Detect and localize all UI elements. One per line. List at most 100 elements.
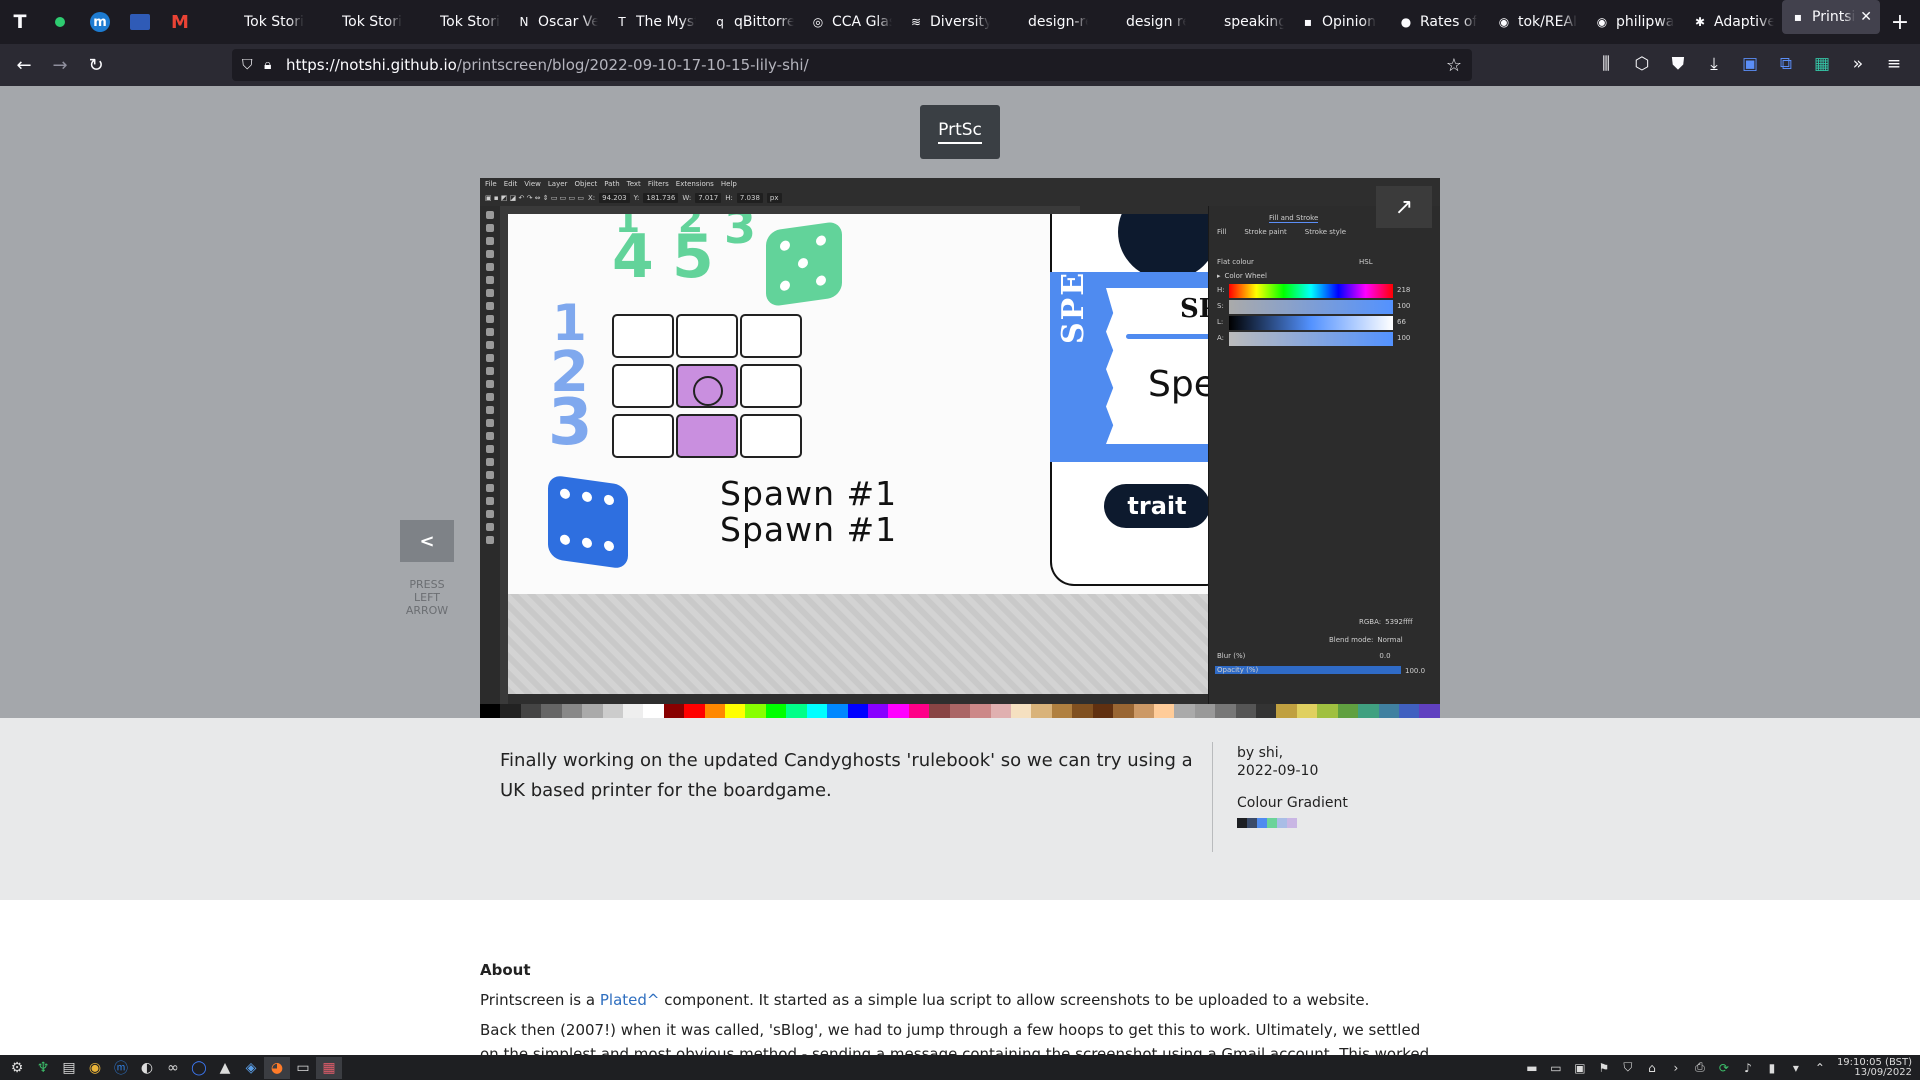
obs-icon[interactable]: ◐ [134,1057,160,1079]
m-app-icon[interactable]: ⓜ [108,1057,134,1079]
inkscape-icon[interactable]: ▲ [212,1057,238,1079]
translate-icon[interactable]: ⧉ [1768,48,1804,80]
browser-tab[interactable]: Tok Stori | S [410,0,508,44]
back-button[interactable]: ← [6,49,42,81]
network-icon[interactable]: ▾ [1785,1057,1807,1079]
browser-tab[interactable]: ▪ Opinion [1292,0,1390,44]
inkscape-menu-item: View [524,180,541,188]
browser-tab[interactable]: ✱ Adaptive [1684,0,1782,44]
post-screenshot[interactable]: File Edit View Layer Object Path Text Filters Ex… [480,178,1440,718]
tray-sync-icon[interactable]: ⟳ [1713,1057,1735,1079]
special-vertical-text: SPECIAL [1056,214,1091,344]
browser-tab[interactable]: ◉ philipwa [1586,0,1684,44]
browser-tab[interactable]: ◎ CCA Glas [802,0,900,44]
alpha-slider [1229,332,1393,346]
pinned-tab-gmail[interactable]: M [160,0,200,44]
grid-app-icon[interactable]: ▦ [316,1056,342,1079]
browser-tab[interactable]: Tok Stori | F [312,0,410,44]
toolbox-tool-icon [486,484,494,492]
clock[interactable]: 19:10:05 (BST) 13/09/2022 [1833,1057,1920,1078]
palette-swatch [622,704,644,718]
opacity-value: 100.0 [1405,667,1426,675]
toolbox-tool-icon [486,445,494,453]
downloads-icon[interactable]: ⤓ [1696,48,1732,80]
addon-blue-icon[interactable]: ▣ [1732,48,1768,80]
toolbox-tool-icon [486,263,494,271]
tray-expand-icon[interactable]: ⌃ [1809,1057,1831,1079]
gradient-swatch [1267,818,1277,828]
palette-swatch [1419,704,1440,718]
a-label: A: [1217,334,1225,342]
browser-tab[interactable]: q qBittorre [704,0,802,44]
app-blue-icon[interactable]: ◈ [238,1057,264,1079]
plated-link[interactable]: Plated^ [600,991,660,1009]
expand-icon[interactable]: ↗ [1376,186,1432,228]
pinned-tab-m[interactable]: m [80,0,120,44]
blend-row: Blend mode: Normal [1329,636,1403,644]
palette-swatch [663,704,685,718]
browser-tab[interactable]: T The Myst [606,0,704,44]
author[interactable]: shi, [1259,745,1284,761]
pocket-icon[interactable]: ⛊ [1660,48,1696,80]
tray-app-5-icon[interactable]: ⛉ [1617,1057,1639,1079]
new-tab-button[interactable]: + [1880,10,1920,35]
tray-terminal-icon[interactable]: › [1665,1057,1687,1079]
reload-button[interactable]: ↻ [78,49,114,81]
browser-tab[interactable]: ● Rates of [1390,0,1488,44]
tray-app-3-icon[interactable]: ▣ [1569,1057,1591,1079]
browser-tab[interactable]: design-rese [998,0,1096,44]
tray-app-2-icon[interactable]: ▭ [1545,1057,1567,1079]
start-menu-icon[interactable]: ⚙ [4,1057,30,1079]
pinned-tab-typora[interactable]: T [0,0,40,44]
tray-app-7-icon[interactable]: ⎙ [1689,1057,1711,1079]
blue-die-icon [548,474,628,570]
extensions-icon[interactable]: ⬡ [1624,48,1660,80]
bookmark-star-icon[interactable]: ☆ [1446,55,1462,76]
previous-button[interactable]: < [400,520,454,562]
lock-icon[interactable]: 🔒︎ [264,57,286,73]
browser-tab[interactable]: speaking-vo [1194,0,1292,44]
browser-tab[interactable]: N Oscar Ve [508,0,606,44]
h-label: H: [725,194,733,202]
overflow-icon[interactable]: » [1840,48,1876,80]
save-icon[interactable]: ▦ [1804,48,1840,80]
tab-favicon-icon: q [716,15,724,29]
tool-icons: ▣ ▪ ◩ ◪ ↶ ↷ ⇔ ⇕ ▭ ▭ ▭ ▭ [485,194,584,202]
app-green-icon[interactable]: ♆ [30,1057,56,1079]
chrome-icon[interactable]: ◉ [82,1057,108,1079]
volume-icon[interactable]: ♪ [1737,1057,1759,1079]
pinned-tab-nav[interactable] [120,0,160,44]
shield-icon[interactable]: ⛉ [242,57,264,73]
close-tab-icon[interactable]: ✕ [1860,9,1872,25]
browser-tab[interactable]: ◉ tok/REAI [1488,0,1586,44]
signal-icon[interactable]: ◯ [186,1057,212,1079]
game-icon[interactable]: ∞ [160,1057,186,1079]
tab-label: Rates of [1420,14,1478,30]
browser-tab[interactable]: design rese [1096,0,1194,44]
browser-tab[interactable]: ≋ Diversity [900,0,998,44]
menu-icon[interactable]: ≡ [1876,48,1912,80]
url-bar[interactable]: ⛉ 🔒︎ https://notshi.github.io/printscree… [232,49,1472,81]
files-icon[interactable]: ▤ [56,1057,82,1079]
tray-app-4-icon[interactable]: ⚑ [1593,1057,1615,1079]
toolbox-tool-icon [486,536,494,544]
battery-icon[interactable]: ▮ [1761,1057,1783,1079]
site-logo[interactable]: PrtSc [920,105,1000,159]
palette-swatch [1378,704,1399,718]
tray-app-1-icon[interactable]: ▬ [1521,1057,1543,1079]
library-icon[interactable]: ⫼ [1588,48,1624,80]
toolbox-tool-icon [486,471,494,479]
w-label: W: [682,194,692,202]
pinned-tab-green[interactable] [40,0,80,44]
s-label: S: [1217,302,1224,310]
palette-swatch [806,704,828,718]
toolbox-tool-icon [486,458,494,466]
firefox-icon[interactable]: ◕ [264,1056,290,1079]
palette-swatch [949,704,971,718]
browser-tab[interactable]: ▪ Printsi ✕ [1782,0,1880,34]
tray-app-6-icon[interactable]: ⌂ [1641,1057,1663,1079]
terminal-icon[interactable]: ▭ [290,1057,316,1079]
top-number-4: 4 [612,222,654,292]
forward-button[interactable]: → [42,49,78,81]
browser-tab[interactable]: Tok Stori | F [214,0,312,44]
